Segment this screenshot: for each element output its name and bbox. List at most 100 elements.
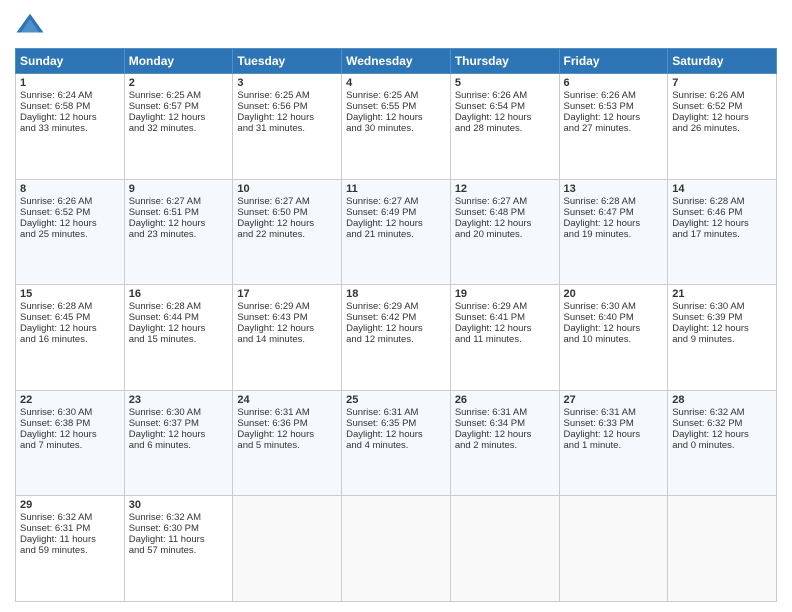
day-info: Sunset: 6:45 PM <box>20 312 120 323</box>
day-info: Sunset: 6:49 PM <box>346 207 446 218</box>
day-number: 12 <box>455 183 555 195</box>
calendar-cell: 12Sunrise: 6:27 AMSunset: 6:48 PMDayligh… <box>450 179 559 285</box>
day-number: 29 <box>20 499 120 511</box>
day-number: 23 <box>129 394 229 406</box>
calendar-cell: 7Sunrise: 6:26 AMSunset: 6:52 PMDaylight… <box>668 74 777 180</box>
day-number: 25 <box>346 394 446 406</box>
day-info: Daylight: 12 hours <box>455 112 555 123</box>
day-info: Daylight: 12 hours <box>129 323 229 334</box>
day-number: 22 <box>20 394 120 406</box>
calendar-cell: 18Sunrise: 6:29 AMSunset: 6:42 PMDayligh… <box>342 285 451 391</box>
day-info: and 31 minutes. <box>237 123 337 134</box>
day-info: Sunset: 6:33 PM <box>564 418 664 429</box>
calendar-header-row: SundayMondayTuesdayWednesdayThursdayFrid… <box>16 49 777 74</box>
day-info: Sunrise: 6:24 AM <box>20 90 120 101</box>
day-info: Sunset: 6:42 PM <box>346 312 446 323</box>
day-info: Sunrise: 6:32 AM <box>129 512 229 523</box>
calendar-cell: 8Sunrise: 6:26 AMSunset: 6:52 PMDaylight… <box>16 179 125 285</box>
day-info: Sunset: 6:30 PM <box>129 523 229 534</box>
calendar-cell: 28Sunrise: 6:32 AMSunset: 6:32 PMDayligh… <box>668 390 777 496</box>
day-info: and 19 minutes. <box>564 229 664 240</box>
calendar-cell: 15Sunrise: 6:28 AMSunset: 6:45 PMDayligh… <box>16 285 125 391</box>
day-number: 27 <box>564 394 664 406</box>
day-info: Daylight: 11 hours <box>129 534 229 545</box>
day-info: Sunset: 6:31 PM <box>20 523 120 534</box>
day-info: and 32 minutes. <box>129 123 229 134</box>
day-info: Sunset: 6:56 PM <box>237 101 337 112</box>
day-number: 28 <box>672 394 772 406</box>
day-number: 18 <box>346 288 446 300</box>
day-number: 16 <box>129 288 229 300</box>
day-info: Daylight: 12 hours <box>20 323 120 334</box>
calendar-cell: 16Sunrise: 6:28 AMSunset: 6:44 PMDayligh… <box>124 285 233 391</box>
calendar-cell: 11Sunrise: 6:27 AMSunset: 6:49 PMDayligh… <box>342 179 451 285</box>
calendar-cell: 5Sunrise: 6:26 AMSunset: 6:54 PMDaylight… <box>450 74 559 180</box>
day-info: and 26 minutes. <box>672 123 772 134</box>
header <box>15 10 777 40</box>
calendar-header-friday: Friday <box>559 49 668 74</box>
calendar-week-row: 8Sunrise: 6:26 AMSunset: 6:52 PMDaylight… <box>16 179 777 285</box>
day-info: Sunrise: 6:29 AM <box>237 301 337 312</box>
day-number: 24 <box>237 394 337 406</box>
logo-icon <box>15 10 45 40</box>
day-info: and 22 minutes. <box>237 229 337 240</box>
day-number: 26 <box>455 394 555 406</box>
calendar-week-row: 1Sunrise: 6:24 AMSunset: 6:58 PMDaylight… <box>16 74 777 180</box>
day-number: 9 <box>129 183 229 195</box>
day-number: 15 <box>20 288 120 300</box>
day-info: Daylight: 12 hours <box>129 112 229 123</box>
day-info: Sunset: 6:47 PM <box>564 207 664 218</box>
page: SundayMondayTuesdayWednesdayThursdayFrid… <box>0 0 792 612</box>
day-info: Sunset: 6:43 PM <box>237 312 337 323</box>
day-info: Sunrise: 6:29 AM <box>455 301 555 312</box>
day-number: 3 <box>237 77 337 89</box>
day-info: Daylight: 12 hours <box>237 429 337 440</box>
day-info: Daylight: 12 hours <box>672 429 772 440</box>
day-number: 10 <box>237 183 337 195</box>
day-number: 1 <box>20 77 120 89</box>
day-info: Daylight: 12 hours <box>20 429 120 440</box>
day-info: Sunrise: 6:32 AM <box>20 512 120 523</box>
day-info: Sunrise: 6:28 AM <box>129 301 229 312</box>
day-info: Daylight: 12 hours <box>20 112 120 123</box>
day-info: Daylight: 12 hours <box>346 112 446 123</box>
day-number: 21 <box>672 288 772 300</box>
day-info: Sunrise: 6:31 AM <box>237 407 337 418</box>
calendar-cell: 30Sunrise: 6:32 AMSunset: 6:30 PMDayligh… <box>124 496 233 602</box>
day-info: Daylight: 12 hours <box>564 429 664 440</box>
day-info: Sunset: 6:50 PM <box>237 207 337 218</box>
day-info: Sunset: 6:58 PM <box>20 101 120 112</box>
day-info: Daylight: 12 hours <box>672 112 772 123</box>
calendar-cell <box>559 496 668 602</box>
calendar-cell: 17Sunrise: 6:29 AMSunset: 6:43 PMDayligh… <box>233 285 342 391</box>
calendar-cell: 25Sunrise: 6:31 AMSunset: 6:35 PMDayligh… <box>342 390 451 496</box>
day-info: Sunrise: 6:30 AM <box>20 407 120 418</box>
day-number: 19 <box>455 288 555 300</box>
day-info: Daylight: 12 hours <box>237 112 337 123</box>
day-info: and 4 minutes. <box>346 440 446 451</box>
day-info: and 16 minutes. <box>20 334 120 345</box>
day-info: Sunset: 6:37 PM <box>129 418 229 429</box>
day-info: Daylight: 12 hours <box>672 323 772 334</box>
day-info: Sunrise: 6:28 AM <box>564 196 664 207</box>
calendar-cell: 2Sunrise: 6:25 AMSunset: 6:57 PMDaylight… <box>124 74 233 180</box>
calendar-header-wednesday: Wednesday <box>342 49 451 74</box>
day-info: and 21 minutes. <box>346 229 446 240</box>
calendar-cell: 3Sunrise: 6:25 AMSunset: 6:56 PMDaylight… <box>233 74 342 180</box>
day-info: Sunset: 6:35 PM <box>346 418 446 429</box>
logo <box>15 10 49 40</box>
day-info: Daylight: 12 hours <box>346 429 446 440</box>
day-number: 4 <box>346 77 446 89</box>
calendar-cell: 21Sunrise: 6:30 AMSunset: 6:39 PMDayligh… <box>668 285 777 391</box>
calendar-cell <box>233 496 342 602</box>
calendar-cell: 14Sunrise: 6:28 AMSunset: 6:46 PMDayligh… <box>668 179 777 285</box>
day-info: Sunrise: 6:31 AM <box>564 407 664 418</box>
day-info: and 12 minutes. <box>346 334 446 345</box>
day-number: 13 <box>564 183 664 195</box>
calendar-table: SundayMondayTuesdayWednesdayThursdayFrid… <box>15 48 777 602</box>
day-number: 17 <box>237 288 337 300</box>
day-number: 5 <box>455 77 555 89</box>
day-info: Daylight: 12 hours <box>564 323 664 334</box>
day-info: Sunset: 6:48 PM <box>455 207 555 218</box>
day-info: and 57 minutes. <box>129 545 229 556</box>
